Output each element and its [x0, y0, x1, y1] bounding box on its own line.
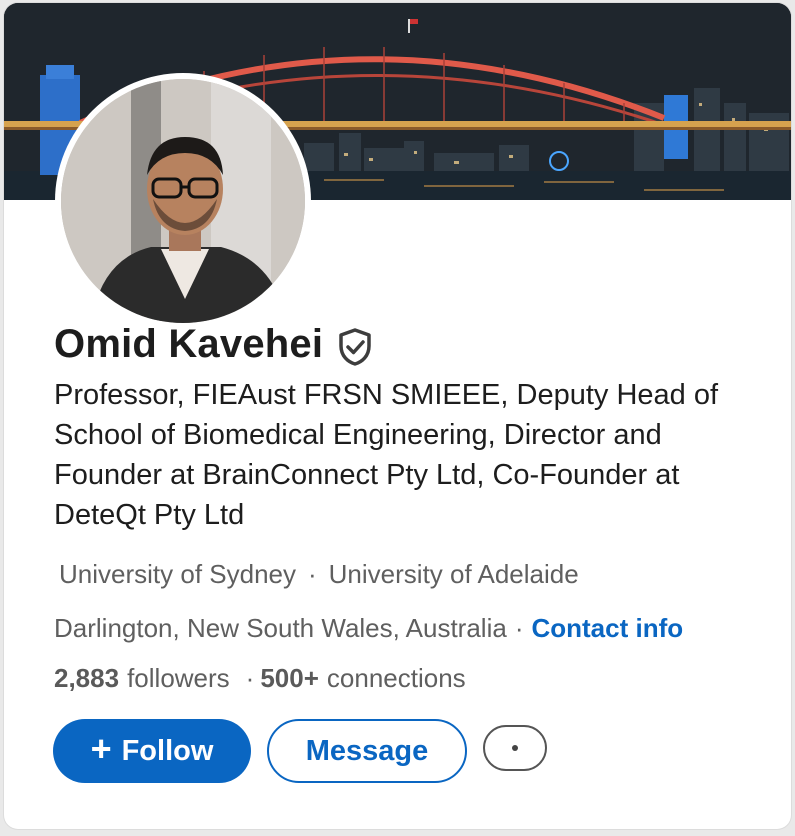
profile-photo[interactable] — [55, 73, 311, 329]
follow-button[interactable]: + Follow — [53, 719, 251, 783]
follow-label: Follow — [121, 734, 214, 767]
profile-headline: Professor, FIEAust FRSN SMIEEE, Deputy H… — [54, 379, 719, 531]
ellipsis-icon — [512, 745, 518, 751]
network-stats: 2,883 followers · 500+ connections — [54, 663, 466, 694]
shield-check-icon[interactable] — [337, 327, 373, 367]
name-row: Omid Kavehei — [54, 321, 373, 367]
location-text: Darlington, New South Wales, Australia — [54, 613, 507, 643]
message-button[interactable]: Message — [267, 719, 467, 783]
education-item-adelaide[interactable]: University of Adelaide — [329, 559, 579, 590]
more-actions-button[interactable] — [483, 725, 547, 771]
plus-icon: + — [90, 728, 112, 769]
connections-label[interactable]: connections — [327, 663, 466, 694]
separator-dot: · — [307, 559, 317, 589]
separator-dot: · — [514, 613, 524, 643]
message-label: Message — [305, 734, 429, 767]
education-item-sydney[interactable]: University of Sydney — [59, 559, 296, 590]
separator-dot: · — [245, 663, 255, 693]
location-row: Darlington, New South Wales, Australia ·… — [54, 613, 683, 644]
contact-info-link[interactable]: Contact info — [531, 613, 683, 644]
followers-label: followers — [127, 663, 230, 693]
profile-card: Omid Kavehei Professor, FIEAust FRSN SMI… — [4, 3, 791, 829]
profile-name: Omid Kavehei — [54, 321, 324, 366]
profile-photo-image — [61, 79, 305, 323]
education-row: University of Sydney · University of Ade… — [59, 559, 579, 590]
followers-count: 2,883 — [54, 663, 120, 693]
connections-count[interactable]: 500+ — [260, 663, 319, 694]
